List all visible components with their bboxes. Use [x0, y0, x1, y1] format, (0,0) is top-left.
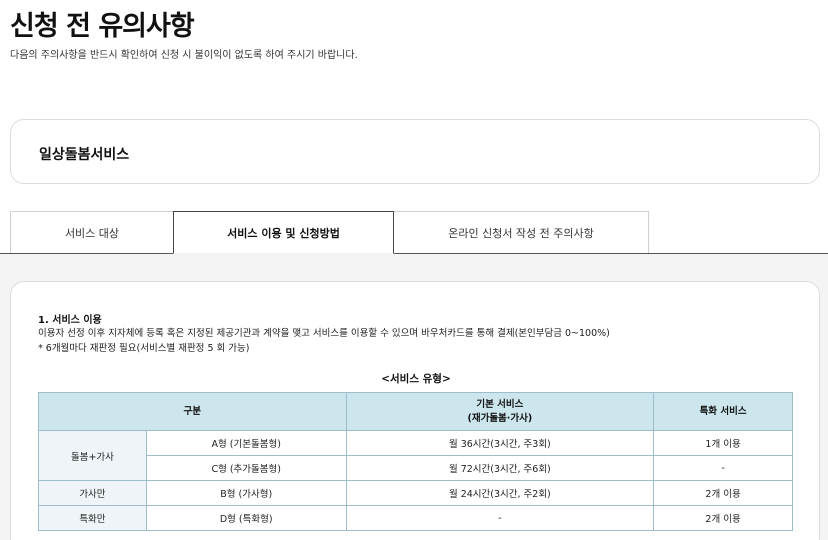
cell-basic: - [345, 505, 655, 531]
header-basic-line1: 기본 서비스 [476, 398, 524, 410]
section-text-line: 이용자 선정 이후 지자체에 등록 혹은 지정된 제공기관과 계약을 맺고 서비… [38, 328, 610, 339]
content-card: 1. 서비스 이용 이용자 선정 이후 지자체에 등록 혹은 지정된 제공기관과… [10, 281, 820, 540]
cell-type: C형 (추가돌봄형) [145, 455, 347, 481]
cell-type: B형 (가사형) [145, 480, 347, 506]
table-row: C형 (추가돌봄형) 월 72시간(3시간, 주6회) - [39, 455, 793, 481]
group-care-housework: 돌봄+가사 [38, 430, 147, 481]
cell-special: 1개 이용 [653, 430, 793, 456]
tab-label: 서비스 대상 [64, 226, 120, 240]
page-title: 신청 전 유의사항 [10, 11, 195, 42]
cell-basic: 월 36시간(3시간, 주3회) [345, 430, 655, 456]
tab-online-application-notes[interactable]: 온라인 신청서 작성 전 주의사항 [393, 211, 649, 253]
header-basic-service: 기본 서비스 (재가돌봄·가사) [345, 392, 655, 431]
table-header-row: 구분 기본 서비스 (재가돌봄·가사) 특화 서비스 [38, 392, 793, 431]
tab-label: 서비스 이용 및 신청방법 [227, 226, 340, 240]
tab-label: 온라인 신청서 작성 전 주의사항 [448, 226, 594, 240]
cell-special: 2개 이용 [653, 505, 793, 531]
section-note-line: * 6개월마다 재판정 필요(서비스별 재판정 5 회 가능) [38, 343, 250, 354]
header-category: 구분 [38, 392, 347, 431]
table-caption: <서비스 유형> [381, 373, 451, 385]
cell-basic: 월 72시간(3시간, 주6회) [345, 455, 655, 481]
service-type-table: 구분 기본 서비스 (재가돌봄·가사) 특화 서비스 돌봄+가사 A형 (기본돌… [38, 392, 793, 531]
header-special-service: 특화 서비스 [653, 392, 793, 431]
table-row: 특화만 D형 (특화형) - 2개 이용 [38, 505, 793, 531]
cell-type: A형 (기본돌봄형) [145, 430, 347, 456]
cell-type: D형 (특화형) [145, 505, 347, 531]
header-basic-line2: (재가돌봄·가사) [467, 412, 533, 424]
cell-basic: 월 24시간(3시간, 주2회) [345, 480, 655, 506]
table-row: 가사만 B형 (가사형) 월 24시간(3시간, 주2회) 2개 이용 [38, 480, 793, 506]
group-special-only: 특화만 [38, 505, 147, 531]
table-row: 돌봄+가사 A형 (기본돌봄형) 월 36시간(3시간, 주3회) 1개 이용 [38, 430, 793, 481]
page-subtitle: 다음의 주의사항을 반드시 확인하여 신청 시 불이익이 없도록 하여 주시기 … [10, 50, 358, 61]
cell-special: 2개 이용 [653, 480, 793, 506]
service-card: 일상돌봄서비스 [10, 119, 820, 184]
group-housework-only: 가사만 [38, 480, 147, 506]
section-heading: 1. 서비스 이용 [38, 315, 102, 326]
service-name: 일상돌봄서비스 [39, 147, 130, 163]
cell-special: - [653, 455, 793, 481]
tab-service-usage[interactable]: 서비스 이용 및 신청방법 [173, 211, 394, 254]
tab-service-target[interactable]: 서비스 대상 [10, 211, 174, 253]
